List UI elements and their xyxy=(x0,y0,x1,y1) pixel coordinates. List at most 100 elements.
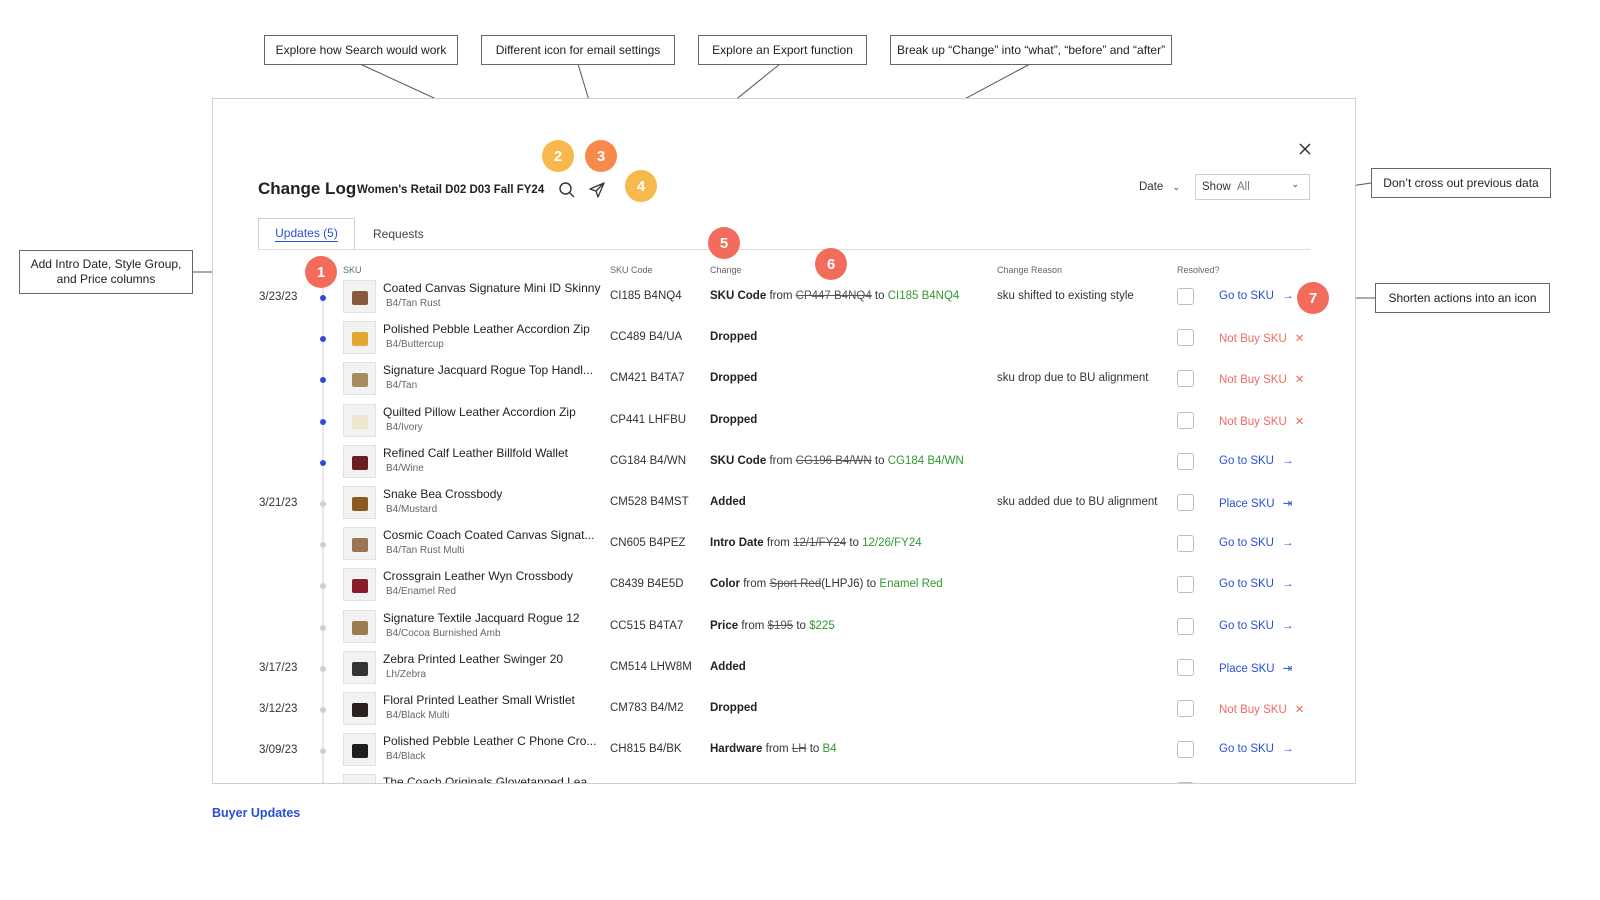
change-reason: sku added due to BU alignment xyxy=(997,496,1158,508)
resolved-checkbox[interactable] xyxy=(1177,370,1194,388)
show-filter-select[interactable]: Show All ⌄ xyxy=(1195,174,1310,200)
change-type: Dropped xyxy=(710,331,758,344)
callout-search: Explore how Search would work xyxy=(264,35,458,65)
date-filter[interactable]: Date ⌄ xyxy=(1139,181,1180,193)
action-label: Go to SKU xyxy=(1219,290,1274,302)
change-description: Hardware from LH to B4 xyxy=(710,743,837,755)
resolved-checkbox[interactable] xyxy=(1177,741,1194,759)
close-icon: ✕ xyxy=(1294,333,1305,346)
product-thumbnail xyxy=(343,403,376,437)
change-from-value: CG196 B4/WN xyxy=(795,454,872,467)
col-header-resolved: Resolved? xyxy=(1177,265,1220,275)
product-name: Cosmic Coach Coated Canvas Signat... xyxy=(383,528,595,543)
change-to-prefix: to xyxy=(809,743,820,756)
change-description: Intro Date from 12/1/FY24 to 12/26/FY24 xyxy=(710,537,922,549)
resolved-checkbox[interactable] xyxy=(1177,494,1194,511)
resolved-checkbox[interactable] xyxy=(1177,700,1194,717)
sku-code: CM783 B4/M2 xyxy=(610,702,684,714)
product-thumbnail xyxy=(343,733,376,767)
product-variant: B4/Cocoa Burnished Amb xyxy=(386,627,501,639)
action-label: Go to SKU xyxy=(1219,743,1274,756)
change-type: Hardware xyxy=(710,743,763,756)
row-date: 3/12/23 xyxy=(259,703,298,715)
product-name: Polished Pebble Leather Accordion Zip xyxy=(383,322,590,337)
row-date: 3/17/23 xyxy=(259,661,298,674)
change-type: SKU Code xyxy=(710,290,767,302)
product-name: Floral Printed Leather Small Wristlet xyxy=(383,693,575,707)
go-sku-action[interactable]: Go to SKU → xyxy=(1219,578,1293,590)
change-to-prefix: to xyxy=(874,290,885,302)
page-title: Change Log xyxy=(258,179,357,198)
action-label: Go to SKU xyxy=(1219,619,1274,632)
search-icon[interactable] xyxy=(558,181,576,199)
arrow-right-icon: → xyxy=(1281,743,1294,756)
product-name: Coated Canvas Signature Mini ID Skinny xyxy=(383,281,601,295)
resolved-checkbox[interactable] xyxy=(1177,452,1194,470)
read-dot xyxy=(320,583,326,590)
change-type: SKU Code xyxy=(710,454,767,467)
sku-code: CM528 B4MST xyxy=(610,496,689,508)
action-label: Place SKU xyxy=(1219,498,1275,510)
resolved-checkbox[interactable] xyxy=(1177,329,1194,347)
unread-dot xyxy=(320,418,326,425)
change-to-value: 12/26/FY24 xyxy=(862,537,922,550)
col-header-change-reason: Change Reason xyxy=(997,265,1063,275)
change-description: SKU Code from CP447 B4NQ4 to CI185 B4NQ4 xyxy=(710,290,959,302)
sku-code: CP441 LHFBU xyxy=(610,413,687,426)
resolved-checkbox[interactable] xyxy=(1177,782,1194,783)
product-variant: B4/Wine xyxy=(386,462,424,474)
action-label: Go to SKU xyxy=(1219,578,1274,591)
product-variant: B4/Black xyxy=(386,751,426,763)
not-sku-action[interactable]: Not Buy SKU ✕ xyxy=(1219,372,1304,386)
go-sku-action[interactable]: Go to SKU → xyxy=(1219,620,1293,632)
not-sku-action[interactable]: Not Buy SKU ✕ xyxy=(1219,702,1304,716)
badge-6: 6 xyxy=(815,248,847,280)
tab-updates[interactable]: Updates (5) xyxy=(258,218,355,251)
resolved-checkbox[interactable] xyxy=(1177,411,1194,429)
product-variant: B4/Mustard xyxy=(386,504,438,515)
change-reason: sku shifted to existing style xyxy=(997,290,1134,302)
resolved-checkbox[interactable] xyxy=(1177,658,1194,676)
resolved-checkbox[interactable] xyxy=(1177,535,1194,553)
callout-export: Explore an Export function xyxy=(698,35,867,65)
action-label: Not Buy SKU xyxy=(1219,333,1287,346)
buyer-updates-link[interactable]: Buyer Updates xyxy=(212,806,300,820)
go-sku-action[interactable]: Go to SKU → xyxy=(1219,455,1293,467)
change-to-value: CI185 B4NQ4 xyxy=(887,290,960,302)
resolved-checkbox[interactable] xyxy=(1177,576,1194,594)
change-description: Added xyxy=(710,496,746,508)
callout-intro-columns: Add Intro Date, Style Group, and Price c… xyxy=(19,250,193,294)
callout-break-change: Break up “Change” into “what”, “before” … xyxy=(890,35,1172,65)
change-type: Dropped xyxy=(710,702,758,714)
callout-shorten-actions: Shorten actions into an icon xyxy=(1375,283,1550,313)
place-sku-action[interactable]: Place SKU ⇥ xyxy=(1219,496,1292,510)
resolved-checkbox[interactable] xyxy=(1177,288,1194,305)
send-icon[interactable] xyxy=(588,181,606,199)
resolved-checkbox[interactable] xyxy=(1177,617,1194,635)
show-value: All xyxy=(1237,181,1250,193)
read-dot xyxy=(320,542,326,549)
badge-7: 7 xyxy=(1297,282,1329,314)
col-header-sku: SKU xyxy=(343,265,362,275)
not-sku-action[interactable]: Not Buy SKU ✕ xyxy=(1219,331,1304,345)
go-sku-action[interactable]: Go to SKU → xyxy=(1219,743,1293,755)
change-reason: sku drop due to BU alignment xyxy=(997,372,1149,385)
change-to-value: B4 xyxy=(822,743,837,756)
close-icon: ✕ xyxy=(1294,374,1305,387)
go-sku-action[interactable]: Go to SKU → xyxy=(1219,537,1293,549)
change-from-value: $195 xyxy=(767,619,794,632)
product-thumbnail xyxy=(343,362,376,396)
product-variant: B4/Ivory xyxy=(386,421,423,433)
tab-requests[interactable]: Requests xyxy=(373,227,424,241)
change-type: Color xyxy=(710,578,741,591)
change-from-prefix: from xyxy=(769,290,793,302)
change-to-prefix: to xyxy=(796,619,806,632)
close-icon[interactable] xyxy=(1297,141,1313,157)
sku-code: CI185 B4NQ4 xyxy=(610,290,682,302)
sku-code: CH815 B4/BK xyxy=(610,743,682,756)
change-from-prefix: from xyxy=(743,578,767,591)
table-row: Crossgrain Leather Wyn Crossbody B4/Ename… xyxy=(213,565,1355,606)
place-sku-action[interactable]: Place SKU ⇥ xyxy=(1219,661,1292,675)
not-sku-action[interactable]: Not Buy SKU ✕ xyxy=(1219,414,1304,428)
go-sku-action[interactable]: Go to SKU → xyxy=(1219,290,1293,302)
